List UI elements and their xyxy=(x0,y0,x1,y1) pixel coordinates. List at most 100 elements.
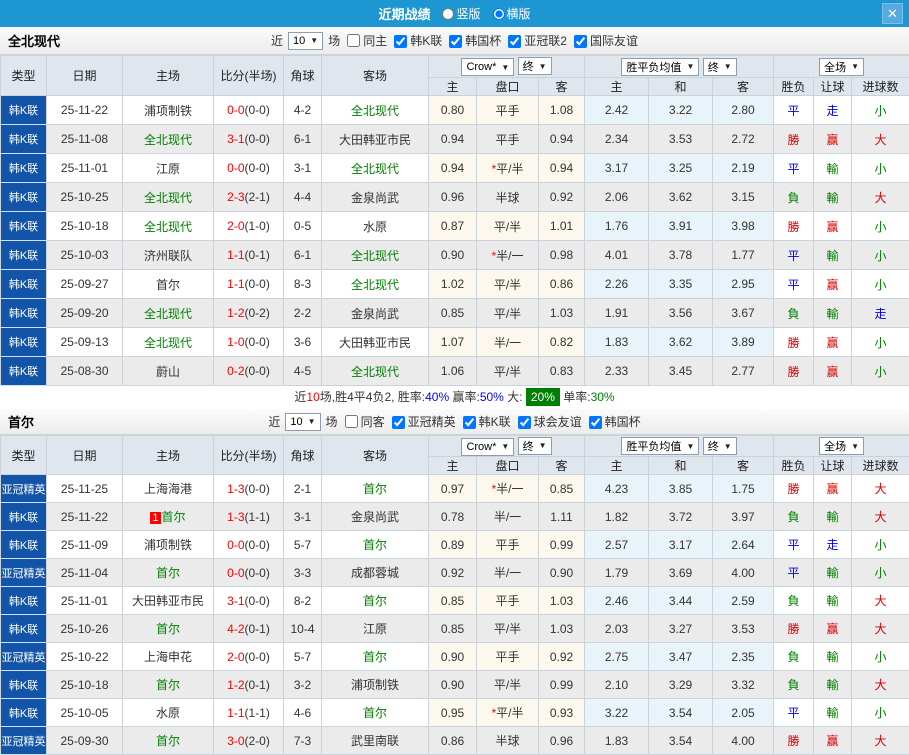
crow-away-odds: 0.94 xyxy=(539,154,585,183)
league-checkbox[interactable] xyxy=(449,35,462,48)
avg-draw-odds: 3.56 xyxy=(649,299,713,328)
home-team-cell: 大田韩亚市民 xyxy=(123,587,214,615)
handicap-cell: 平手 xyxy=(477,96,539,125)
horizontal-radio[interactable] xyxy=(493,8,505,20)
avg-odds-select[interactable]: 胜平负均值▼ xyxy=(621,58,699,76)
home-team-cell: 首尔 xyxy=(123,727,214,755)
scope-select[interactable]: 全场▼ xyxy=(819,58,864,76)
col-type: 类型 xyxy=(1,56,47,96)
match-row: 韩K联25-10-05水原1-1(1-1)4-6首尔0.95*平/半0.933.… xyxy=(1,699,909,727)
score-cell: 1-1(0-0) xyxy=(214,270,284,299)
league-filter[interactable]: 亚冠精英 xyxy=(387,415,458,429)
col-avg-draw: 和 xyxy=(649,78,713,96)
match-count-select[interactable]: 10▼ xyxy=(288,32,323,50)
bookmaker-select[interactable]: Crow*▼ xyxy=(461,58,514,76)
home-team-cell: 浦项制铁 xyxy=(123,531,214,559)
scope-select[interactable]: 全场▼ xyxy=(819,437,864,455)
corner-cell: 2-2 xyxy=(284,299,322,328)
avg-away-odds: 3.15 xyxy=(713,183,774,212)
winloss-result: 勝 xyxy=(774,727,814,755)
col-avg-away: 客 xyxy=(713,457,774,475)
league-filter[interactable]: 球会友谊 xyxy=(513,415,584,429)
crow-away-odds: 0.96 xyxy=(539,727,585,755)
avg-home-odds: 2.26 xyxy=(585,270,649,299)
handicap-cell: 平/半 xyxy=(477,357,539,386)
radio-horizontal-label[interactable]: 横版 xyxy=(485,5,531,22)
score-cell: 1-1(1-1) xyxy=(214,699,284,727)
col-handicap: 盘口 xyxy=(477,78,539,96)
col-crow-home: 主 xyxy=(429,78,477,96)
league-cell: 韩K联 xyxy=(1,615,47,643)
avg-home-odds: 2.33 xyxy=(585,357,649,386)
league-checkbox[interactable] xyxy=(392,416,405,429)
avg-away-odds: 2.72 xyxy=(713,125,774,154)
same-away-checkbox[interactable] xyxy=(345,415,358,428)
close-icon[interactable]: ✕ xyxy=(882,3,903,24)
changed-odds-star: * xyxy=(491,249,496,263)
league-filter[interactable]: 国际友谊 xyxy=(569,34,640,48)
league-filter[interactable]: 亚冠联2 xyxy=(503,34,569,48)
league-checkbox[interactable] xyxy=(574,35,587,48)
goals-result: 小 xyxy=(852,96,909,125)
col-corner: 角球 xyxy=(284,436,322,475)
corner-cell: 6-1 xyxy=(284,241,322,270)
goals-result: 小 xyxy=(852,154,909,183)
final-odds-select[interactable]: 终▼ xyxy=(518,437,552,455)
date-cell: 25-11-25 xyxy=(47,475,123,503)
corner-cell: 2-1 xyxy=(284,475,322,503)
same-home-checkbox[interactable] xyxy=(347,34,360,47)
avg-draw-odds: 3.29 xyxy=(649,671,713,699)
radio-vertical-label[interactable]: 竖版 xyxy=(434,5,480,22)
away-team-cell: 金泉尚武 xyxy=(322,503,429,531)
home-team-cell: 首尔 xyxy=(123,615,214,643)
league-checkbox[interactable] xyxy=(508,35,521,48)
match-row: 韩K联25-11-22浦项制铁0-0(0-0)4-2全北现代0.80平手1.08… xyxy=(1,96,909,125)
league-filter[interactable]: 韩国杯 xyxy=(444,34,503,48)
team-section-2: 首尔 近 10▼ 场 同客 亚冠精英韩K联球会友谊韩国杯 类型 日期 主场 比分… xyxy=(0,409,909,755)
avg-draw-odds: 3.45 xyxy=(649,357,713,386)
league-cell: 韩K联 xyxy=(1,671,47,699)
league-filter[interactable]: 韩K联 xyxy=(458,415,513,429)
bookmaker-select[interactable]: Crow*▼ xyxy=(461,438,514,456)
league-cell: 韩K联 xyxy=(1,357,47,386)
league-filter[interactable]: 韩国杯 xyxy=(584,415,643,429)
letball-result: 走 xyxy=(814,531,852,559)
final-avg-select[interactable]: 终▼ xyxy=(703,437,737,455)
away-team-cell: 首尔 xyxy=(322,475,429,503)
league-filter[interactable]: 韩K联 xyxy=(389,34,444,48)
avg-home-odds: 2.42 xyxy=(585,96,649,125)
avg-draw-odds: 3.44 xyxy=(649,587,713,615)
col-goals: 进球数 xyxy=(852,457,909,475)
crow-home-odds: 1.02 xyxy=(429,270,477,299)
home-team-cell: 首尔 xyxy=(123,270,214,299)
date-cell: 25-10-18 xyxy=(47,671,123,699)
league-checkbox[interactable] xyxy=(394,35,407,48)
league-checkbox[interactable] xyxy=(463,416,476,429)
corner-cell: 8-3 xyxy=(284,270,322,299)
score-cell: 2-3(2-1) xyxy=(214,183,284,212)
chevron-down-icon: ▼ xyxy=(501,63,509,72)
score-cell: 4-2(0-1) xyxy=(214,615,284,643)
avg-draw-odds: 3.22 xyxy=(649,96,713,125)
final-odds-select[interactable]: 终▼ xyxy=(518,57,552,75)
letball-result: 輸 xyxy=(814,154,852,183)
col-away: 客场 xyxy=(322,56,429,96)
away-team-cell: 大田韩亚市民 xyxy=(322,328,429,357)
handicap-cell: 平手 xyxy=(477,587,539,615)
match-row: 韩K联25-11-01江原0-0(0-0)3-1全北现代0.94*平/半0.94… xyxy=(1,154,909,183)
home-team-cell: 上海申花 xyxy=(123,643,214,671)
crow-away-odds: 0.83 xyxy=(539,357,585,386)
avg-away-odds: 2.64 xyxy=(713,531,774,559)
avg-home-odds: 2.57 xyxy=(585,531,649,559)
away-team-cell: 成都蓉城 xyxy=(322,559,429,587)
match-count-select[interactable]: 10▼ xyxy=(285,413,320,431)
final-avg-select[interactable]: 终▼ xyxy=(703,58,737,76)
crow-home-odds: 1.07 xyxy=(429,328,477,357)
league-checkbox[interactable] xyxy=(518,416,531,429)
goals-result: 小 xyxy=(852,357,909,386)
league-checkbox[interactable] xyxy=(589,416,602,429)
vertical-radio[interactable] xyxy=(442,8,454,20)
crow-away-odds: 1.11 xyxy=(539,503,585,531)
col-handicap: 盘口 xyxy=(477,457,539,475)
avg-odds-select[interactable]: 胜平负均值▼ xyxy=(621,437,699,455)
